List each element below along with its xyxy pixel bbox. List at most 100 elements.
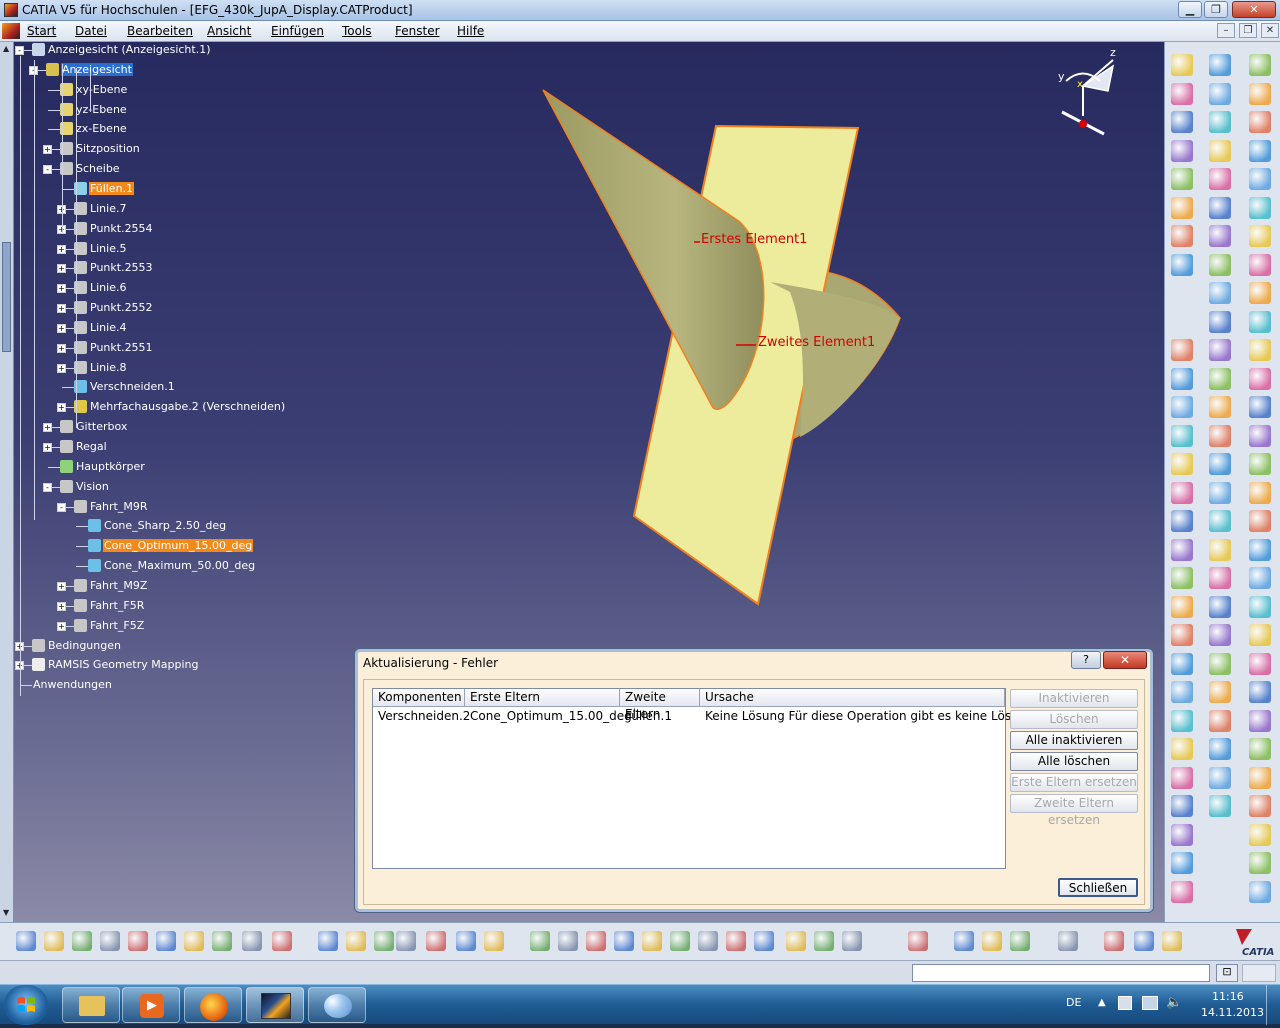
- sweep-icon[interactable]: [1171, 766, 1193, 789]
- expand-plus-icon[interactable]: +: [57, 245, 66, 254]
- plane-icon[interactable]: [1171, 709, 1193, 732]
- tree-node[interactable]: Mehrfachausgabe.2 (Verschneiden): [74, 399, 286, 415]
- rotate-icon[interactable]: [614, 931, 634, 951]
- cylinder-icon[interactable]: [1249, 424, 1271, 447]
- expand-plus-icon[interactable]: +: [43, 145, 52, 154]
- tree-node[interactable]: Gitterbox: [60, 419, 128, 435]
- fill-icon[interactable]: [1249, 738, 1271, 760]
- extract-icon[interactable]: [1209, 196, 1231, 219]
- redo-icon[interactable]: [242, 931, 262, 951]
- tree-node[interactable]: Punkt.2552: [74, 300, 154, 316]
- trim-icon[interactable]: [1249, 795, 1271, 817]
- document-icon[interactable]: [2, 23, 20, 39]
- axis-icon[interactable]: [1209, 253, 1231, 276]
- measure-icon[interactable]: [954, 931, 974, 951]
- mdi-close-button[interactable]: ✕: [1261, 23, 1279, 38]
- rotate-icon[interactable]: [1249, 852, 1271, 874]
- intersection-icon[interactable]: [1209, 652, 1231, 675]
- plane-icon[interactable]: [1209, 396, 1231, 418]
- tree-node[interactable]: Punkt.2553: [74, 260, 154, 276]
- loeschen-button[interactable]: Löschen: [1010, 710, 1138, 729]
- axis-icon[interactable]: [1162, 931, 1182, 951]
- sweep-icon[interactable]: [1171, 139, 1193, 162]
- taskbar-explorer[interactable]: [62, 987, 120, 1023]
- cylinder-icon[interactable]: [1209, 738, 1231, 760]
- tree-node[interactable]: Fahrt_M9Z: [74, 578, 148, 594]
- column-header-zweite-eltern[interactable]: Zweite Eltern: [620, 689, 700, 721]
- tree-node[interactable]: Cone_Optimum_15.00_deg: [88, 538, 254, 554]
- undo-icon[interactable]: [212, 931, 232, 951]
- affinity-icon[interactable]: [1171, 253, 1193, 276]
- tree-node[interactable]: Füllen.1: [74, 181, 135, 197]
- tree-node[interactable]: Linie.7: [74, 201, 127, 217]
- swap-icon[interactable]: [842, 931, 862, 951]
- line-icon[interactable]: [1171, 396, 1193, 418]
- cylinder-icon[interactable]: [1209, 111, 1231, 133]
- tree-node[interactable]: xy-Ebene: [60, 82, 128, 98]
- trim-icon[interactable]: [1249, 168, 1271, 190]
- line-icon[interactable]: [1249, 681, 1271, 703]
- tree-node[interactable]: Linie.6: [74, 280, 127, 296]
- collapse-minus-icon[interactable]: -: [43, 483, 52, 492]
- measure-icon[interactable]: [1171, 367, 1193, 390]
- expand-plus-icon[interactable]: +: [57, 344, 66, 353]
- scaling-icon[interactable]: [1249, 225, 1271, 247]
- point-icon[interactable]: [1209, 54, 1231, 76]
- scrollbar-thumb[interactable]: [2, 242, 11, 352]
- paste-icon[interactable]: [184, 931, 204, 951]
- inaktivieren-button[interactable]: Inaktivieren: [1010, 689, 1138, 708]
- split-icon[interactable]: [1209, 168, 1231, 190]
- expand-plus-icon[interactable]: +: [57, 403, 66, 412]
- knowledge-icon[interactable]: [374, 931, 394, 951]
- sphere-icon[interactable]: [1171, 111, 1193, 133]
- whats-this-icon[interactable]: [272, 931, 292, 951]
- tree-node[interactable]: Punkt.2554: [74, 221, 154, 237]
- cut-icon[interactable]: [128, 931, 148, 951]
- blend-icon[interactable]: [1249, 453, 1271, 475]
- axis-icon[interactable]: [1249, 567, 1271, 589]
- tree-node[interactable]: Punkt.2551: [74, 340, 154, 356]
- expand-plus-icon[interactable]: +: [57, 324, 66, 333]
- line-icon[interactable]: [1249, 54, 1271, 76]
- fit-all-icon[interactable]: [558, 931, 578, 951]
- open-icon[interactable]: [44, 931, 64, 951]
- catia-app-icon[interactable]: [4, 3, 18, 17]
- fill-icon[interactable]: [1171, 453, 1193, 475]
- expand-plus-icon[interactable]: +: [43, 443, 52, 452]
- join-icon[interactable]: [1209, 481, 1231, 504]
- close-window-button[interactable]: ✕: [1232, 1, 1276, 18]
- dialog-close-button[interactable]: ✕: [1103, 651, 1147, 669]
- sketch-icon[interactable]: [1209, 367, 1231, 390]
- graph-icon[interactable]: [426, 931, 446, 951]
- print-icon[interactable]: [100, 931, 120, 951]
- normal-view-icon[interactable]: [698, 931, 718, 951]
- tree-node[interactable]: Bedingungen: [32, 638, 122, 654]
- offset-icon[interactable]: [1249, 139, 1271, 162]
- menu-bearbeiten[interactable]: Bearbeiten: [127, 24, 193, 38]
- symmetry-icon[interactable]: [1209, 225, 1231, 247]
- tree-node[interactable]: RAMSIS Geometry Mapping: [32, 657, 199, 673]
- point-icon[interactable]: [1249, 367, 1271, 390]
- spline-icon[interactable]: [1249, 282, 1271, 304]
- table-cell-erste-eltern[interactable]: Cone_Optimum_15.00_deg: [465, 709, 632, 725]
- error-table[interactable]: Komponenten Erste Eltern Zweite Eltern U…: [372, 688, 1034, 869]
- plane-icon[interactable]: [1171, 82, 1193, 105]
- menu-tools[interactable]: Tools: [342, 24, 372, 38]
- tree-node[interactable]: Cone_Maximum_50.00_deg: [88, 558, 256, 574]
- connect-icon[interactable]: [1249, 624, 1271, 646]
- menu-start[interactable]: Start: [27, 24, 57, 38]
- table-cell-zweite-eltern[interactable]: Füllen.1: [620, 709, 700, 725]
- extrude-icon[interactable]: [1209, 82, 1231, 105]
- zoom-in-icon[interactable]: [642, 931, 662, 951]
- multi-view-icon[interactable]: [726, 931, 746, 951]
- analysis-icon[interactable]: [982, 931, 1002, 951]
- translate-icon[interactable]: [1171, 538, 1193, 561]
- tree-node[interactable]: Sitzposition: [60, 141, 141, 157]
- table-cell-ursache[interactable]: Keine Lösung Für diese Operation gibt es…: [700, 709, 1034, 725]
- circle-icon[interactable]: [1209, 595, 1231, 618]
- comment-icon[interactable]: [346, 931, 366, 951]
- expand-plus-icon[interactable]: +: [57, 582, 66, 591]
- tree-node[interactable]: Verschneiden.1: [74, 379, 176, 395]
- tray-expand-icon[interactable]: ▲: [1098, 997, 1106, 1008]
- trim-icon[interactable]: [1171, 510, 1193, 532]
